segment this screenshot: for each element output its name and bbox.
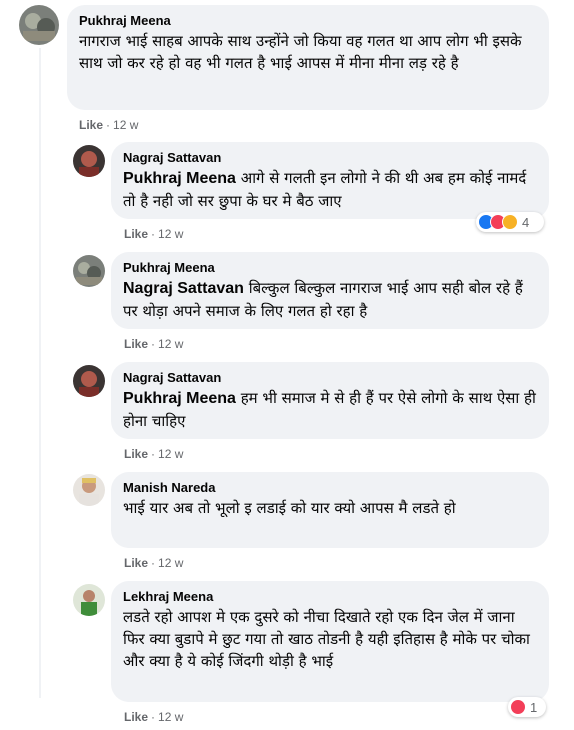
like-button[interactable]: Like [124,556,148,570]
avatar[interactable] [73,584,105,616]
mention-link[interactable]: Pukhraj Meena [123,390,236,407]
mention-link[interactable]: Pukhraj Meena [123,170,236,187]
separator-dot: · [151,227,156,241]
like-button[interactable]: Like [124,227,148,241]
comment-actions: Like · 12 w [79,117,138,133]
separator-dot: · [151,447,156,461]
reaction-count: 1 [530,699,538,715]
comment-author[interactable]: Nagraj Sattavan [123,150,537,166]
comment-actions: Like · 12 w [124,555,183,571]
comment-age[interactable]: 12 w [158,710,183,724]
like-button[interactable]: Like [124,337,148,351]
comment-actions: Like · 12 w [124,709,183,725]
comment-author[interactable]: Manish Nareda [123,480,537,496]
comment-age[interactable]: 12 w [113,118,138,132]
avatar[interactable] [73,365,105,397]
comment-actions: Like · 12 w [124,226,183,242]
comment-age[interactable]: 12 w [158,337,183,351]
comment-body: भाई यार अब तो भूलो इ लडाई को यार क्यो आप… [123,499,456,517]
comment-author[interactable]: Pukhraj Meena [123,260,537,276]
mention-link[interactable]: Nagraj Sattavan [123,280,244,297]
comment-actions: Like · 12 w [124,336,183,352]
comment-text: लडते रहो आपश मे एक दुसरे को नीचा दिखाते … [123,606,537,672]
like-button[interactable]: Like [124,710,148,724]
thread-line [39,48,41,698]
reaction-summary[interactable]: 1 [508,697,546,717]
comment-text: Pukhraj Meena आगे से गलती इन लोगो ने की … [123,167,537,212]
separator-dot: · [106,118,111,132]
avatar[interactable] [73,145,105,177]
comment-bubble: Nagraj Sattavan Pukhraj Meena आगे से गलत… [111,142,549,219]
comment-text: भाई यार अब तो भूलो इ लडाई को यार क्यो आप… [123,497,537,519]
comment-age[interactable]: 12 w [158,447,183,461]
comment-body: नागराज भाई साहब आपके साथ उन्होंने जो किय… [79,32,522,72]
separator-dot: · [151,337,156,351]
comment-bubble: Pukhraj Meena Nagraj Sattavan बिल्कुल बि… [111,252,549,329]
like-button[interactable]: Like [79,118,103,132]
avatar[interactable] [73,474,105,506]
separator-dot: · [151,710,156,724]
separator-dot: · [151,556,156,570]
reaction-summary[interactable]: 4 [476,212,544,232]
comment-author[interactable]: Pukhraj Meena [79,13,537,29]
avatar[interactable] [19,5,59,45]
comment-text: नागराज भाई साहब आपके साथ उन्होंने जो किय… [79,30,537,74]
comment-bubble: Nagraj Sattavan Pukhraj Meena हम भी समाज… [111,362,549,439]
avatar[interactable] [73,255,105,287]
care-icon [502,214,518,230]
comment-bubble: Manish Nareda भाई यार अब तो भूलो इ लडाई … [111,472,549,548]
love-icon [510,699,526,715]
comment-author[interactable]: Lekhraj Meena [123,589,537,605]
comment-text: Nagraj Sattavan बिल्कुल बिल्कुल नागराज भ… [123,277,537,322]
comment-bubble: Lekhraj Meena लडते रहो आपश मे एक दुसरे क… [111,581,549,702]
reaction-count: 4 [522,214,530,230]
comment-actions: Like · 12 w [124,446,183,462]
comment-age[interactable]: 12 w [158,556,183,570]
comment-author[interactable]: Nagraj Sattavan [123,370,537,386]
like-button[interactable]: Like [124,447,148,461]
comment-bubble: Pukhraj Meena नागराज भाई साहब आपके साथ उ… [67,5,549,110]
comment-age[interactable]: 12 w [158,227,183,241]
comment-text: Pukhraj Meena हम भी समाज मे से ही हैं पर… [123,387,537,432]
comment-body: लडते रहो आपश मे एक दुसरे को नीचा दिखाते … [123,608,530,670]
